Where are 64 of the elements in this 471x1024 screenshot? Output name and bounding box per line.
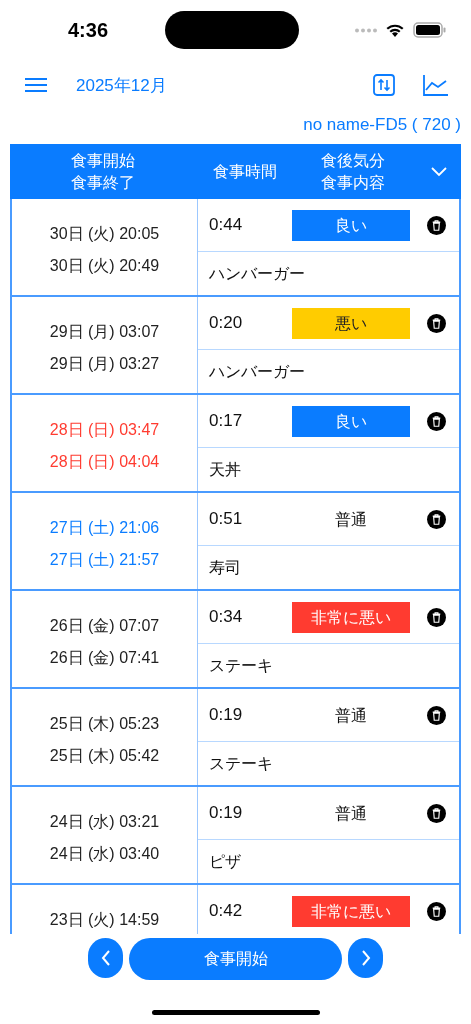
- status-time: 4:36: [68, 18, 109, 42]
- end-time: 26日 (金) 07:41: [49, 648, 160, 668]
- sort-button[interactable]: [373, 74, 395, 96]
- mood-label: 良い: [292, 405, 410, 437]
- start-time: 25日 (木) 05:23: [49, 714, 160, 734]
- meal-content: ハンバーガー: [208, 264, 306, 284]
- trash-icon[interactable]: [427, 215, 446, 235]
- mood-label: 普通: [334, 509, 368, 530]
- meal-duration: 0:19: [209, 803, 244, 823]
- mood-label: 悪い: [292, 307, 410, 339]
- end-time: 24日 (水) 03:40: [49, 844, 160, 864]
- meal-content: ステーキ: [208, 754, 274, 774]
- end-time: 25日 (木) 05:42: [49, 746, 160, 766]
- mood-label: 普通: [334, 705, 368, 726]
- end-time: 29日 (月) 03:27: [49, 354, 160, 374]
- wifi-icon: [385, 22, 405, 38]
- mood-label: 良い: [292, 209, 410, 241]
- end-time: 27日 (土) 21:57: [49, 550, 160, 570]
- chevron-left-icon: [100, 950, 111, 966]
- trash-icon[interactable]: [427, 901, 446, 921]
- meal-duration: 0:42: [209, 901, 244, 921]
- start-time: 23日 (火) 14:59: [49, 910, 160, 930]
- meal-duration: 0:19: [209, 705, 244, 725]
- trash-icon[interactable]: [427, 411, 446, 431]
- column-header: 食後気分 食事内容: [320, 150, 386, 193]
- mood-label: 非常に悪い: [292, 895, 410, 927]
- start-meal-button[interactable]: 食事開始: [129, 938, 342, 980]
- meal-duration: 0:20: [209, 313, 244, 333]
- end-time: 28日 (日) 04:04: [49, 452, 160, 472]
- device-label: no name-FD5 ( 720 ): [302, 114, 462, 136]
- chart-button[interactable]: [423, 74, 449, 96]
- trash-icon[interactable]: [427, 607, 446, 627]
- end-time: 30日 (火) 20:49: [49, 256, 160, 276]
- column-header: 食事時間: [212, 161, 278, 182]
- battery-icon: [413, 22, 447, 38]
- mood-label: 非常に悪い: [292, 601, 410, 633]
- start-time: 27日 (土) 21:06: [49, 518, 160, 538]
- month-title[interactable]: 2025年12月: [76, 73, 345, 97]
- start-time: 24日 (水) 03:21: [49, 812, 160, 832]
- meal-content: ピザ: [208, 852, 242, 872]
- start-time: 26日 (金) 07:07: [49, 616, 160, 636]
- menu-button[interactable]: [24, 77, 48, 93]
- trash-icon[interactable]: [427, 705, 446, 725]
- meal-content: ハンバーガー: [208, 362, 306, 382]
- chevron-down-icon[interactable]: [431, 166, 447, 177]
- signal-icon: [355, 27, 377, 33]
- start-time: 28日 (日) 03:47: [49, 420, 160, 440]
- meal-duration: 0:17: [209, 411, 244, 431]
- meal-content: 寿司: [208, 558, 242, 578]
- meal-duration: 0:51: [209, 509, 244, 529]
- meal-duration: 0:34: [209, 607, 244, 627]
- meal-content: 天丼: [208, 460, 242, 480]
- previous-button[interactable]: [88, 938, 123, 978]
- trash-icon[interactable]: [427, 803, 446, 823]
- start-time: 29日 (月) 03:07: [49, 322, 160, 342]
- start-time: 30日 (火) 20:05: [49, 224, 160, 244]
- next-button[interactable]: [348, 938, 383, 978]
- column-header: 食事開始 食事終了: [69, 150, 136, 193]
- meal-content: ステーキ: [208, 656, 274, 676]
- meal-duration: 0:44: [209, 215, 244, 235]
- mood-label: 普通: [334, 803, 368, 824]
- chevron-right-icon: [360, 950, 371, 966]
- trash-icon[interactable]: [427, 313, 446, 333]
- trash-icon[interactable]: [427, 509, 446, 529]
